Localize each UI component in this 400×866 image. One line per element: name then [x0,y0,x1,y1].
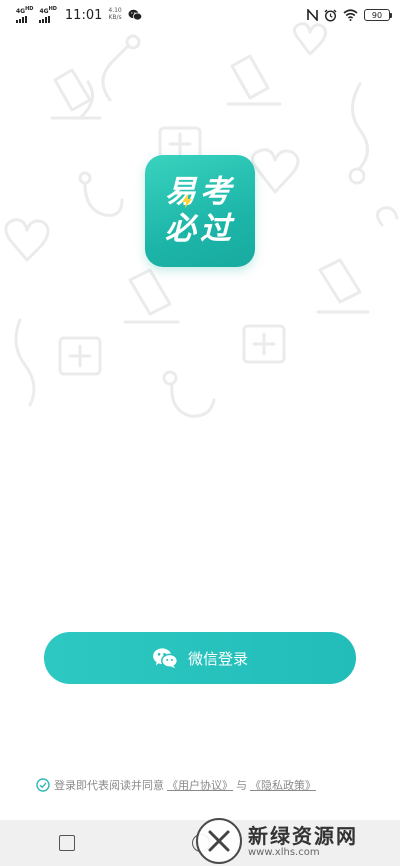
watermark: 新绿资源网 www.xlhs.com [196,816,400,866]
stethoscope-icon [14,318,36,407]
alarm-icon [324,9,337,22]
stethoscope-icon [101,34,141,102]
background-pattern [4,22,399,418]
speed-unit: KB/s [108,14,122,21]
agreement-text: 登录即代表阅读并同意 [54,779,164,792]
app-logo: 易考 必过 [145,155,255,267]
privacy-policy-link[interactable]: 《隐私政策》 [250,777,316,793]
watermark-text: 新绿资源网 www.xlhs.com [248,825,358,858]
network-speed: 4.10 KB/s [108,8,121,21]
heart-icon [4,218,50,262]
microscope-icon [123,268,180,324]
network-1-label: 4G [16,8,26,15]
agreement-row: 登录即代表阅读并同意 《用户协议》 与 《隐私政策》 [36,777,376,793]
lightning-icon [182,194,192,208]
network-2-label: 4G [39,8,49,15]
microscope-icon [226,54,282,106]
battery-level: 90 [371,10,383,20]
wechat-login-button[interactable]: 微信登录 [44,632,356,684]
watermark-cross-icon [208,830,230,852]
battery-icon: 90 [364,9,392,21]
network-indicator-2: 4GHD [39,6,57,23]
heart-icon [376,206,399,227]
medical-kit-icon [58,336,102,376]
logo-line-2: 必过 [165,211,235,247]
wechat-login-label: 微信登录 [187,649,248,668]
stethoscope-icon [78,171,124,217]
signal-bars-icon [39,16,51,23]
wifi-icon [343,9,358,21]
watermark-title: 新绿资源网 [248,823,358,848]
watermark-logo [196,818,242,864]
signal-bars-icon [16,16,27,23]
agreement-checkbox[interactable] [36,778,50,792]
recent-apps-button[interactable] [58,835,75,851]
nfc-icon [307,9,318,21]
microscope-icon [316,258,370,314]
logo-line-1: 易考 [165,173,235,210]
agreement-joiner: 与 [236,779,247,792]
stethoscope-icon [348,82,369,185]
user-agreement-link[interactable]: 《用户协议》 [167,777,233,793]
wechat-notification-icon [128,9,142,21]
network-2-sup: HD [48,6,57,12]
status-right: 90 [307,9,392,22]
medical-kit-icon [242,324,286,364]
status-bar: 4GHD 4GHD 11:01 4.10 KB/s 90 [0,0,400,30]
stethoscope-icon [162,370,216,418]
network-1-sup: HD [25,6,34,12]
clock: 11:01 [64,7,103,23]
microscope-icon [50,68,102,120]
heart-icon [250,148,300,194]
wechat-icon [153,648,178,669]
status-left: 4GHD 4GHD 11:01 4.10 KB/s [16,7,142,23]
watermark-url: www.xlhs.com [248,846,320,858]
network-indicator-1: 4GHD [16,7,33,23]
